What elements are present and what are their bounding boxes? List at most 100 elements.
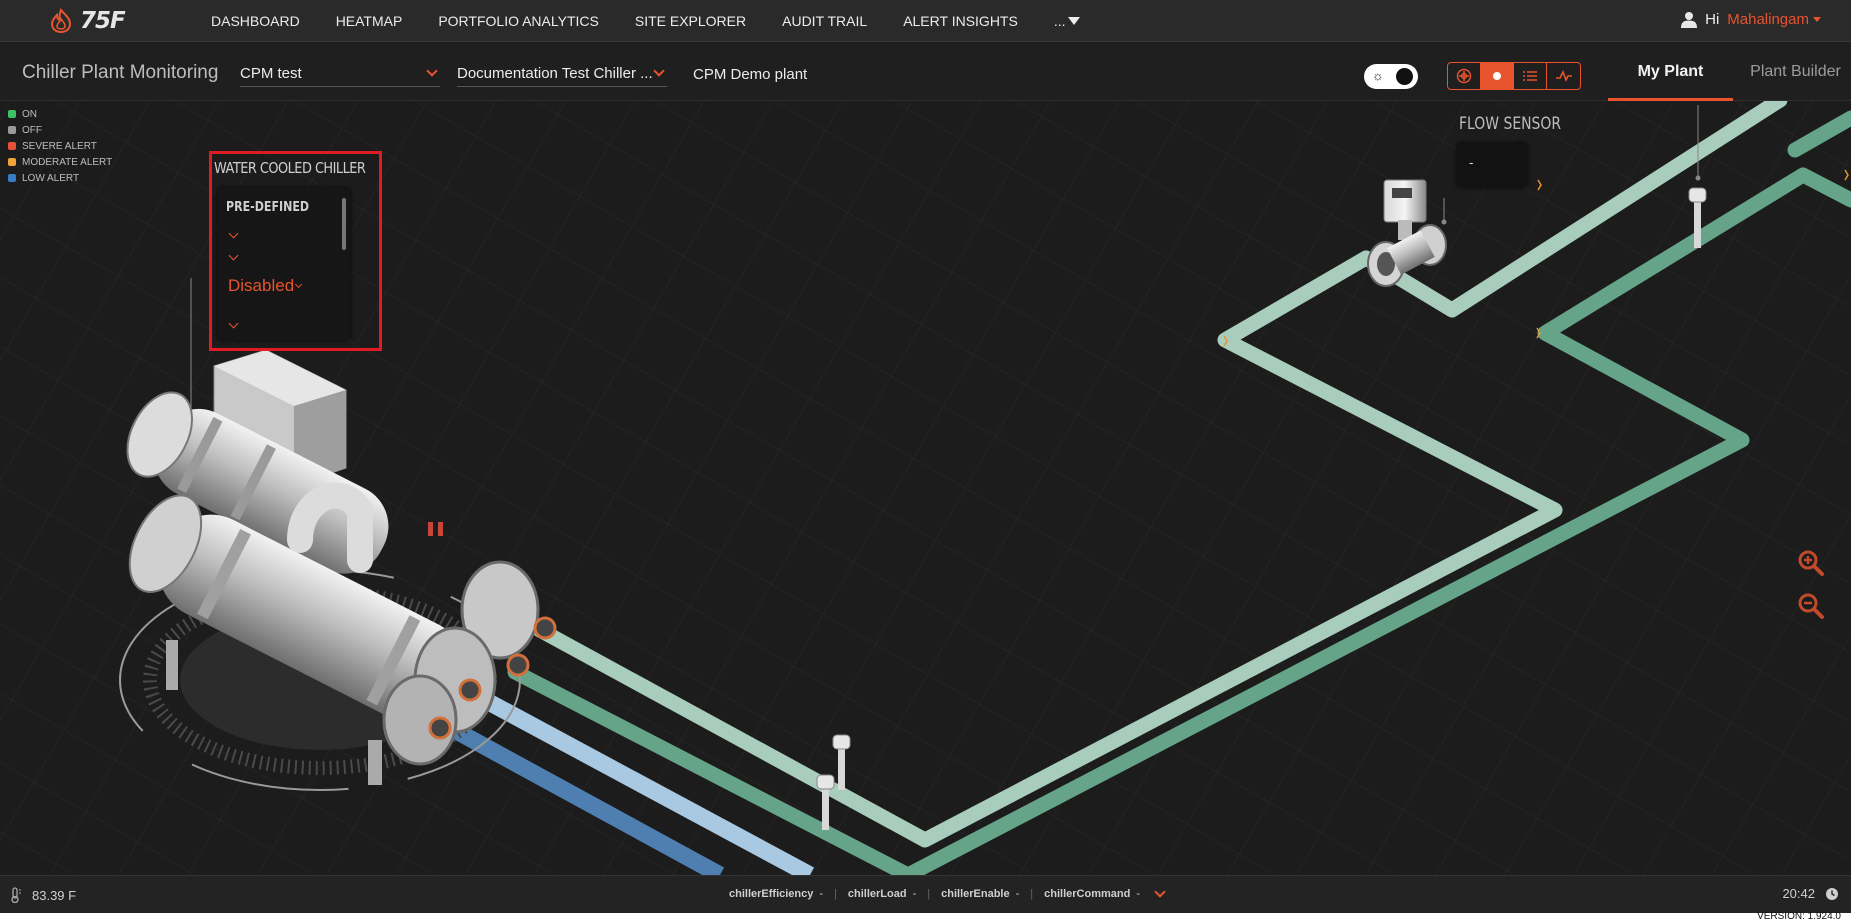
chevron-down-icon[interactable] [228,318,239,329]
zoom-out-icon[interactable] [1796,591,1826,621]
chiller-card-title: WATER COOLED CHILLER [214,159,366,177]
status-dot-severe [8,142,16,150]
sub-header: Chiller Plant Monitoring CPM test Docume… [0,43,1851,101]
theme-toggle[interactable]: ☼ [1364,64,1418,89]
current-time: 20:42 [1782,886,1839,901]
outside-temperature: 83.39 F [10,887,76,903]
chiller-info-card[interactable]: WATER COOLED CHILLER PRE-DEFINED Disable… [209,151,382,351]
legend-item-severe-alert: SEVERE ALERT [8,138,112,154]
nav-item-heatmap[interactable]: HEATMAP [336,13,403,29]
equipment-select[interactable]: Documentation Test Chiller ... [457,61,667,87]
equipment-icon [1456,68,1472,84]
view-mode-buttons [1447,62,1581,90]
user-menu[interactable]: Hi Mahalingam [1681,11,1821,28]
chevron-down-icon[interactable] [228,250,239,261]
toggle-knob [1396,68,1413,85]
clock-icon [1826,887,1838,900]
legend-label: OFF [22,124,42,136]
legend-label: ON [22,108,37,120]
logo-text: 75F [80,8,126,34]
status-dot-off [8,126,16,134]
legend-item-low-alert: LOW ALERT [8,170,112,186]
plant-tabs: My Plant Plant Builder [1608,43,1851,101]
user-greeting: Hi [1705,11,1720,28]
chevron-down-icon[interactable] [228,228,239,239]
nav-item-audit-trail[interactable]: AUDIT TRAIL [782,13,867,29]
site-select[interactable]: CPM test [240,61,440,87]
time-value: 20:42 [1782,886,1815,901]
point-name: chillerCommand [1044,888,1131,900]
chevron-down-icon [426,64,438,77]
nav-more-menu[interactable]: ... [1054,13,1081,29]
legend-label: LOW ALERT [22,172,80,184]
tab-my-plant[interactable]: My Plant [1608,43,1733,101]
chevron-down-icon [295,280,303,288]
zoom-controls [1789,541,1833,627]
status-dot-on [8,110,16,118]
site-select-value: CPM test [240,65,302,82]
status-dot-low [8,174,16,182]
point-value: - [912,888,917,900]
point-value: - [1015,888,1020,900]
nav-item-site-explorer[interactable]: SITE EXPLORER [635,13,746,29]
app-root: 75F DASHBOARD HEATMAP PORTFOLIO ANALYTIC… [0,0,1851,922]
view-trend-button[interactable] [1547,63,1580,89]
equipment-select-value: Documentation Test Chiller ... [457,65,653,82]
point-chiller-command: chillerCommand - [1044,888,1140,900]
dot-icon [1493,72,1501,80]
chevron-down-icon[interactable] [1154,885,1166,898]
nav-item-dashboard[interactable]: DASHBOARD [211,13,300,29]
nav-menu: DASHBOARD HEATMAP PORTFOLIO ANALYTICS SI… [211,0,1081,42]
nav-item-portfolio-analytics[interactable]: PORTFOLIO ANALYTICS [438,13,599,29]
flow-sensor-panel[interactable]: - [1457,143,1527,187]
legend-label: SEVERE ALERT [22,140,97,152]
chiller-enable-text: Disabled [228,276,295,295]
point-chiller-enable: chillerEnable - [941,888,1019,900]
caret-down-icon [1068,17,1081,25]
list-icon [1523,71,1537,81]
trend-icon [1555,70,1572,82]
separator: | [834,888,837,900]
point-name: chillerEnable [941,888,1010,900]
chevron-down-icon [653,64,665,77]
chiller-points-summary: chillerEfficiency - | chillerLoad - | ch… [729,885,1166,900]
status-dot-moderate [8,158,16,166]
brand-logo[interactable]: 75F [48,6,126,36]
legend-item-off: OFF [8,122,112,138]
status-legend: ON OFF SEVERE ALERT MODERATE ALERT LOW A… [8,106,112,186]
point-value: - [819,888,824,900]
version-label: VERSION: 1.924.0 [1757,911,1841,922]
status-bar: 83.39 F chillerEfficiency - | chillerLoa… [0,875,1851,913]
thermometer-icon [11,887,21,903]
legend-label: MODERATE ALERT [22,156,113,168]
legend-item-on: ON [8,106,112,122]
user-icon [1681,12,1698,28]
view-equipment-button[interactable] [1448,63,1481,89]
legend-item-moderate-alert: MODERATE ALERT [8,154,112,170]
version-bar: VERSION: 1.924.0 [0,911,1851,922]
sun-icon: ☼ [1372,68,1384,83]
point-value: - [1136,888,1140,900]
panel-scrollbar[interactable] [342,198,346,250]
separator: | [1030,888,1034,900]
separator: | [927,888,931,900]
user-name-text: Mahalingam [1727,11,1809,28]
view-list-button[interactable] [1514,63,1547,89]
point-chiller-load: chillerLoad - [848,888,916,900]
zoom-in-icon[interactable] [1796,548,1826,578]
view-status-button[interactable] [1481,63,1514,89]
point-name: chillerEfficiency [729,888,814,900]
nav-more-label: ... [1053,13,1066,29]
page-title: Chiller Plant Monitoring [22,62,219,83]
user-name[interactable]: Mahalingam [1727,11,1821,28]
caret-down-icon [1813,17,1821,22]
tab-plant-builder[interactable]: Plant Builder [1733,43,1851,101]
flame-logo-icon [50,8,72,34]
chiller-points-panel: PRE-DEFINED Disabled [217,188,350,340]
plant-name: CPM Demo plant [693,66,808,83]
nav-item-alert-insights[interactable]: ALERT INSIGHTS [903,13,1018,29]
chiller-enable-value[interactable]: Disabled [228,276,303,296]
point-chiller-efficiency: chillerEfficiency - [729,888,823,900]
top-nav: 75F DASHBOARD HEATMAP PORTFOLIO ANALYTIC… [0,0,1851,42]
point-name: chillerLoad [847,888,907,900]
